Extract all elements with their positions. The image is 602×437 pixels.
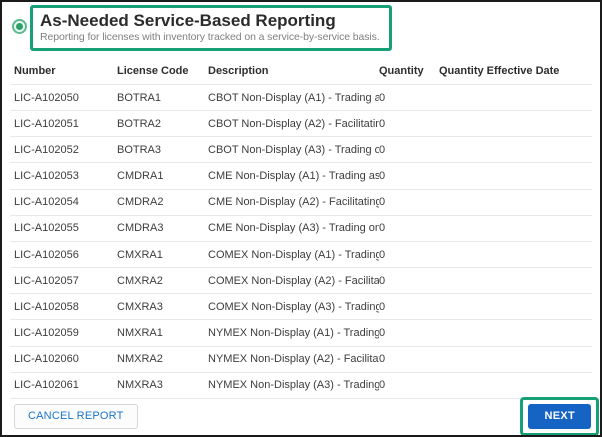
cell-description: CME Non-Display (A1) - Trading as a ...	[208, 170, 379, 183]
cell-quantity: 0	[379, 248, 386, 261]
license-table: Number License Code Description Quantity…	[10, 57, 592, 399]
page-title: As-Needed Service-Based Reporting	[40, 11, 336, 30]
cell-license-code: CMXRA1	[117, 248, 163, 261]
cell-number: LIC-A102056	[14, 248, 79, 261]
table-row[interactable]: LIC-A102056 CMXRA1 COMEX Non-Display (A1…	[10, 241, 592, 269]
cell-license-code: NMXRA2	[117, 353, 163, 366]
cell-number: LIC-A102052	[14, 143, 79, 156]
cell-license-code: NMXRA3	[117, 379, 163, 392]
cell-description: NYMEX Non-Display (A2) - Facilitating ..…	[208, 353, 379, 366]
cell-number: LIC-A102059	[14, 326, 79, 339]
cell-description: CME Non-Display (A2) - Facilitating Cli.…	[208, 196, 379, 209]
cell-number: LIC-A102061	[14, 379, 79, 392]
cell-quantity: 0	[379, 222, 386, 235]
cell-license-code: BOTRA2	[117, 117, 162, 130]
table-row[interactable]: LIC-A102060 NMXRA2 NYMEX Non-Display (A2…	[10, 346, 592, 373]
cell-quantity: 0	[379, 326, 386, 339]
cell-quantity: 0	[379, 353, 386, 366]
cell-license-code: CMDRA2	[117, 196, 164, 209]
report-type-header: As-Needed Service-Based Reporting Report…	[2, 2, 600, 57]
radio-selected-dot-icon	[16, 23, 23, 30]
table-row[interactable]: LIC-A102051 BOTRA2 CBOT Non-Display (A2)…	[10, 111, 592, 138]
column-header-description: Description	[208, 64, 269, 77]
cancel-report-button[interactable]: CANCEL REPORT	[14, 404, 138, 430]
table-row[interactable]: LIC-A102058 CMXRA3 COMEX Non-Display (A3…	[10, 294, 592, 321]
cell-number: LIC-A102054	[14, 196, 79, 209]
cell-license-code: CMDRA1	[117, 170, 164, 183]
cell-quantity: 0	[379, 274, 386, 287]
table-row[interactable]: LIC-A102050 BOTRA1 CBOT Non-Display (A1)…	[10, 85, 592, 112]
cell-number: LIC-A102050	[14, 91, 79, 104]
cell-license-code: NMXRA1	[117, 326, 163, 339]
cell-number: LIC-A102051	[14, 117, 79, 130]
table-row[interactable]: LIC-A102059 NMXRA1 NYMEX Non-Display (A1…	[10, 320, 592, 347]
cell-quantity: 0	[379, 143, 386, 156]
page-subtitle: Reporting for licenses with inventory tr…	[40, 31, 380, 43]
cell-description: COMEX Non-Display (A1) - Trading as ...	[208, 248, 379, 261]
table-row[interactable]: LIC-A102054 CMDRA2 CME Non-Display (A2) …	[10, 189, 592, 216]
cell-description: COMEX Non-Display (A3) - Trading on ...	[208, 300, 379, 313]
table-row[interactable]: LIC-A102055 CMDRA3 CME Non-Display (A3) …	[10, 215, 592, 242]
cell-license-code: BOTRA3	[117, 143, 162, 156]
report-type-radio[interactable]	[12, 19, 27, 34]
column-header-quantity-effective-date: Quantity Effective Date	[439, 64, 560, 77]
cell-quantity: 0	[379, 196, 386, 209]
cell-quantity: 0	[379, 379, 386, 392]
cell-description: COMEX Non-Display (A2) - Facilitating...	[208, 274, 379, 287]
as-needed-reporting-panel: As-Needed Service-Based Reporting Report…	[0, 0, 602, 437]
next-button[interactable]: NEXT	[528, 403, 591, 429]
cell-license-code: BOTRA1	[117, 91, 162, 104]
column-header-license-code: License Code	[117, 64, 189, 77]
cell-license-code: CMDRA3	[117, 222, 164, 235]
cell-description: CBOT Non-Display (A1) - Trading as a ...	[208, 91, 379, 104]
cell-description: NYMEX Non-Display (A1) - Trading as ...	[208, 326, 379, 339]
cell-number: LIC-A102060	[14, 353, 79, 366]
cell-description: CME Non-Display (A3) - Trading on Alt...	[208, 222, 379, 235]
cell-quantity: 0	[379, 170, 386, 183]
cell-number: LIC-A102055	[14, 222, 79, 235]
cell-quantity: 0	[379, 91, 386, 104]
cell-quantity: 0	[379, 300, 386, 313]
footer-bar: CANCEL REPORT NEXT	[2, 396, 600, 435]
cell-license-code: CMXRA2	[117, 274, 163, 287]
cell-description: NYMEX Non-Display (A3) - Trading on ...	[208, 379, 379, 392]
table-row[interactable]: LIC-A102052 BOTRA3 CBOT Non-Display (A3)…	[10, 137, 592, 164]
cell-number: LIC-A102053	[14, 170, 79, 183]
table-body: LIC-A102050 BOTRA1 CBOT Non-Display (A1)…	[10, 85, 592, 399]
column-header-quantity: Quantity	[379, 64, 424, 77]
cell-license-code: CMXRA3	[117, 300, 163, 313]
next-highlight-box: NEXT	[520, 396, 599, 435]
table-row[interactable]: LIC-A102057 CMXRA2 COMEX Non-Display (A2…	[10, 268, 592, 295]
cell-description: CBOT Non-Display (A3) - Trading on Al...	[208, 143, 379, 156]
cell-description: CBOT Non-Display (A2) - Facilitating C..…	[208, 117, 379, 130]
title-highlight-box: As-Needed Service-Based Reporting Report…	[30, 5, 392, 51]
table-header-row: Number License Code Description Quantity…	[10, 57, 592, 85]
table-row[interactable]: LIC-A102061 NMXRA3 NYMEX Non-Display (A3…	[10, 372, 592, 399]
cell-quantity: 0	[379, 117, 386, 130]
table-row[interactable]: LIC-A102053 CMDRA1 CME Non-Display (A1) …	[10, 163, 592, 190]
column-header-number: Number	[14, 64, 56, 77]
cell-number: LIC-A102057	[14, 274, 79, 287]
cell-number: LIC-A102058	[14, 300, 79, 313]
